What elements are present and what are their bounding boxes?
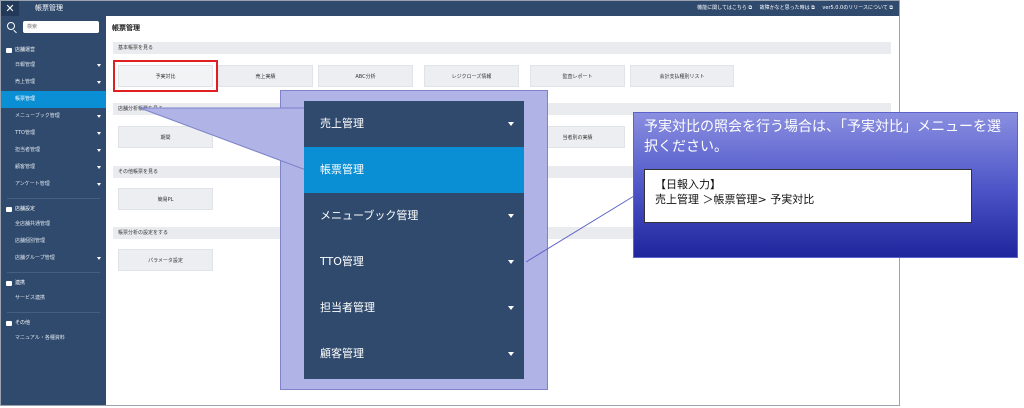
chevron-down-icon <box>97 166 101 169</box>
note-heading: 予実対比の照会を行う場合は、「予実対比」メニューを選択ください。 <box>644 119 1001 155</box>
chevron-down-icon <box>97 81 101 84</box>
sidebar-item-label: 店舗個別管理 <box>15 238 46 244</box>
sidebar-item-staff[interactable]: 担当者管理 <box>1 142 106 159</box>
sidebar-item-sales[interactable]: 売上管理 <box>1 74 106 91</box>
callout-item-sales[interactable]: 売上管理 <box>304 101 524 147</box>
close-icon[interactable]: ✕ <box>1 1 19 16</box>
sidebar-item-store-settings[interactable]: 店舗個別管理 <box>1 233 106 250</box>
sidebar-item-label: アンケート管理 <box>15 181 50 187</box>
page-title: 帳票管理 <box>112 24 140 32</box>
callout-item-customers[interactable]: 顧客管理 <box>304 331 524 377</box>
sidebar-item-store-group[interactable]: 店舗グループ管理 <box>1 250 106 267</box>
search-icon[interactable] <box>7 22 15 30</box>
chevron-down-icon <box>97 149 101 152</box>
tile-register-close[interactable]: レジクローズ情報 <box>424 65 519 87</box>
tile-payment-list[interactable]: 会計支払種別リスト <box>630 65 734 87</box>
sidebar-item-label: 担当者管理 <box>15 147 41 153</box>
sidebar-item-label: 全店舗共通管理 <box>15 221 51 227</box>
sidebar-item-label: 日報管理 <box>15 62 36 68</box>
instruction-note: 予実対比の照会を行う場合は、「予実対比」メニューを選択ください。 【日報入力】 … <box>633 112 1018 258</box>
sidebar-item-label: 帳票管理 <box>15 96 36 102</box>
sidebar-item-survey[interactable]: アンケート管理 <box>1 176 106 193</box>
sidebar-item-daily-report[interactable]: 日報管理 <box>1 57 106 74</box>
chevron-down-icon <box>508 122 514 126</box>
tile-audit-report[interactable]: 監査レポート <box>530 65 625 87</box>
callout-item-label: 顧客管理 <box>320 347 364 360</box>
group-label: その他 <box>15 320 31 326</box>
sidebar-item-label: メニューブック管理 <box>15 113 60 119</box>
callout-item-label: TTO管理 <box>320 255 364 268</box>
sidebar-item-menubook[interactable]: メニューブック管理 <box>1 108 106 125</box>
sidebar-group-integration: 連携 <box>1 277 106 290</box>
trouble-link[interactable]: 故障かなと思った時は ⧉ <box>760 5 815 11</box>
sidebar-item-common-settings[interactable]: 全店舗共通管理 <box>1 216 106 233</box>
sidebar-item-manuals[interactable]: マニュアル・各種資料 <box>1 330 106 347</box>
search-input[interactable] <box>23 21 99 33</box>
window-title: 帳票管理 <box>35 4 63 12</box>
sidebar: 店舗運営 日報管理 売上管理 帳票管理 メニューブック管理 TTO管理 担当者管… <box>1 16 106 405</box>
divider <box>7 267 100 273</box>
sidebar-item-label: 顧客管理 <box>15 164 36 170</box>
chevron-down-icon <box>508 214 514 218</box>
sidebar-group-other: その他 <box>1 317 106 330</box>
info-icon <box>6 321 12 326</box>
release-link[interactable]: ver5.0.0のリリースについて ⧉ <box>822 5 893 11</box>
tile-sales-results[interactable]: 売上実績 <box>218 65 313 87</box>
note-path-box: 【日報入力】 売上管理 ＞帳票管理> 予実対比 <box>644 169 972 223</box>
sidebar-item-service-link[interactable]: サービス連携 <box>1 290 106 307</box>
callout-item-label: 帳票管理 <box>320 163 364 176</box>
group-label: 店舗設定 <box>15 206 36 212</box>
sidebar-item-tto[interactable]: TTO管理 <box>1 125 106 142</box>
divider <box>7 193 100 199</box>
chevron-down-icon <box>508 352 514 356</box>
store-icon <box>6 48 12 53</box>
header-links: 機能に関してはこちら ⧉ 故障かなと思った時は ⧉ ver5.0.0のリリースに… <box>691 4 893 13</box>
callout-item-menubook[interactable]: メニューブック管理 <box>304 193 524 239</box>
top-bar: ✕ 帳票管理 機能に関してはこちら ⧉ 故障かなと思った時は ⧉ ver5.0.… <box>1 1 899 16</box>
link-icon <box>6 281 12 286</box>
chevron-down-icon <box>97 132 101 135</box>
sidebar-item-label: サービス連携 <box>15 295 46 301</box>
sidebar-group-store-settings: 店舗設定 <box>1 203 106 216</box>
sidebar-search <box>1 20 106 34</box>
section-basic-reports: 基本帳票を見る <box>113 42 891 54</box>
sidebar-item-label: マニュアル・各種資料 <box>15 335 65 341</box>
tile-budget-vs-actual[interactable]: 予実対比 <box>113 60 218 92</box>
group-label: 連携 <box>15 280 26 286</box>
sidebar-item-label: 売上管理 <box>15 79 36 85</box>
chevron-down-icon <box>97 64 101 67</box>
callout-item-tto[interactable]: TTO管理 <box>304 239 524 285</box>
callout-item-label: 担当者管理 <box>320 301 375 314</box>
chevron-down-icon <box>97 183 101 186</box>
tile-parameter-settings[interactable]: パラメータ設定 <box>118 249 213 271</box>
gear-icon <box>6 207 12 212</box>
zoom-callout-menu: 売上管理 帳票管理 メニューブック管理 TTO管理 担当者管理 顧客管理 <box>304 101 524 379</box>
group-label: 店舗運営 <box>15 47 36 53</box>
sidebar-item-reports[interactable]: 帳票管理 <box>1 91 106 108</box>
sidebar-item-label: 店舗グループ管理 <box>15 255 55 261</box>
callout-item-staff[interactable]: 担当者管理 <box>304 285 524 331</box>
tile-simple-pl[interactable]: 簡易PL <box>118 188 213 210</box>
sidebar-item-customers[interactable]: 顧客管理 <box>1 159 106 176</box>
sidebar-nav: 店舗運営 日報管理 売上管理 帳票管理 メニューブック管理 TTO管理 担当者管… <box>1 44 106 347</box>
divider <box>7 307 100 313</box>
note-path-title: 【日報入力】 <box>655 178 721 191</box>
sidebar-group-store-ops: 店舗運営 <box>1 44 106 57</box>
sidebar-item-label: TTO管理 <box>15 130 35 136</box>
callout-item-reports[interactable]: 帳票管理 <box>304 147 524 193</box>
chevron-down-icon <box>97 115 101 118</box>
callout-item-label: メニューブック管理 <box>320 209 419 222</box>
chevron-down-icon <box>97 257 101 260</box>
chevron-down-icon <box>508 306 514 310</box>
note-path: 売上管理 ＞帳票管理> 予実対比 <box>655 193 815 206</box>
help-link[interactable]: 機能に関してはこちら ⧉ <box>697 5 752 11</box>
tile-abc-analysis[interactable]: ABC分析 <box>318 65 413 87</box>
tile-period[interactable]: 期間 <box>118 126 213 148</box>
chevron-down-icon <box>508 260 514 264</box>
callout-item-label: 売上管理 <box>320 117 364 130</box>
